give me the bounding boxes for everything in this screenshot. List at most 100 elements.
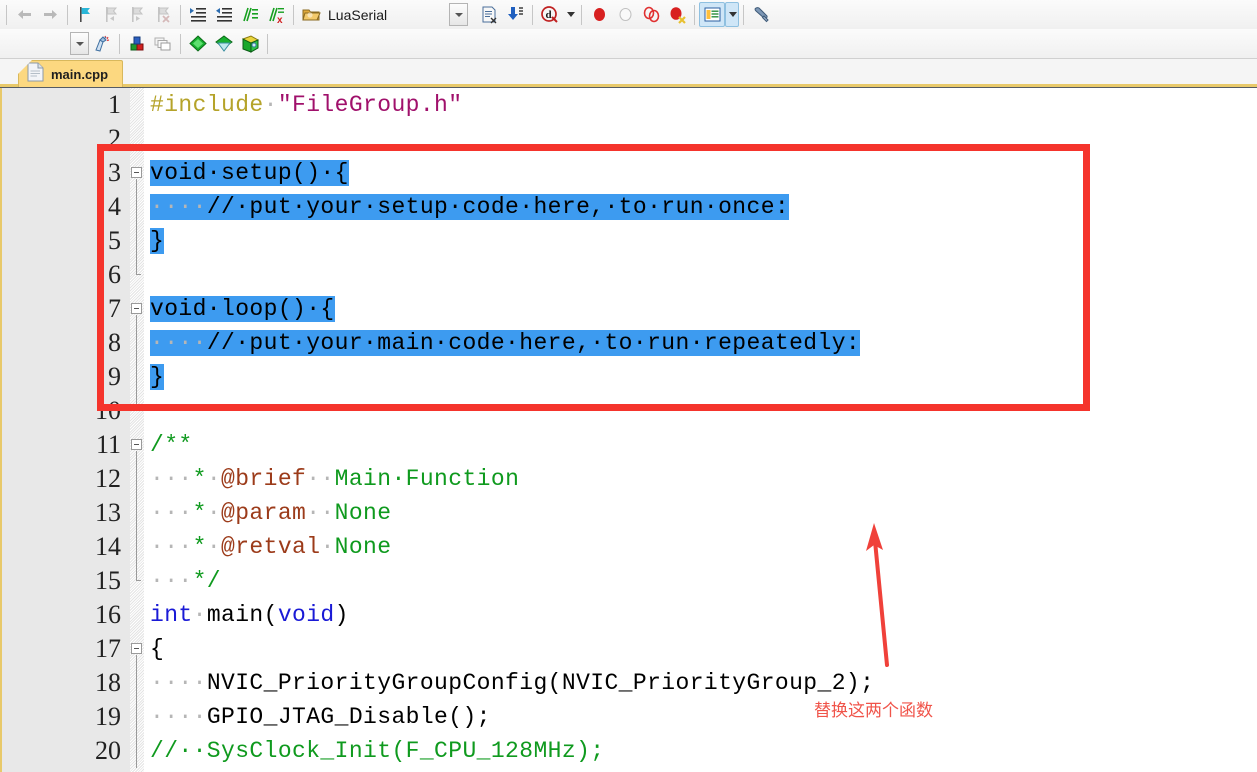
translate-icon[interactable]	[237, 31, 263, 56]
toolbar-separator	[67, 4, 68, 25]
bookmark-next-icon[interactable]	[124, 2, 150, 27]
tab-label: main.cpp	[51, 66, 109, 82]
code-line[interactable]: //··SysClock_Init(F_CPU_128MHz);	[144, 734, 1257, 768]
batch-build-icon[interactable]	[150, 31, 176, 56]
toolbar-primary: x LuaSerial d	[0, 0, 1257, 29]
code-line[interactable]	[144, 122, 1257, 156]
fold-line	[136, 190, 137, 224]
fold-margin[interactable]	[130, 88, 144, 772]
code-editor[interactable]: 1 2 3 4 5 6 7 8 9 10 11 12 13 14 15 16 17 18 19 20 #include…	[0, 88, 1257, 772]
components-icon[interactable]	[124, 31, 150, 56]
code-token: "FileGroup.h"	[277, 92, 463, 118]
build-target-dropdown-icon[interactable]	[70, 32, 89, 55]
code-line[interactable]: ···*·@retval·None	[144, 530, 1257, 564]
line-number-gutter: 1 2 3 4 5 6 7 8 9 10 11 12 13 14 15 16 17 18 19 20	[2, 88, 130, 772]
code-line[interactable]: ····//·put·your·main·code·here,·to·run·r…	[144, 326, 1257, 360]
uncomment-block-icon[interactable]: x	[263, 2, 289, 27]
line-number: 15	[95, 566, 121, 595]
code-line[interactable]	[144, 258, 1257, 292]
nav-forward-icon[interactable]	[37, 2, 63, 27]
nav-back-icon[interactable]	[11, 2, 37, 27]
fold-collapse-icon[interactable]	[131, 643, 142, 654]
fold-line	[136, 530, 137, 564]
fold-line	[136, 564, 141, 581]
code-token: void·setup()·{	[150, 160, 349, 186]
line-number: 1	[108, 90, 121, 119]
code-text-area[interactable]: #include·"FileGroup.h" void·setup()·{···…	[144, 88, 1257, 772]
target-dropdown-icon[interactable]	[449, 3, 469, 26]
tab-main-cpp[interactable]: main.cpp	[18, 60, 124, 87]
debug-start-icon[interactable]: d	[537, 2, 563, 27]
code-line[interactable]: ···*·@brief··Main·Function	[144, 462, 1257, 496]
fold-line	[136, 326, 137, 360]
code-line[interactable]: void·loop()·{	[144, 292, 1257, 326]
configure-icon[interactable]	[748, 2, 774, 27]
breakpoint-icon[interactable]	[586, 2, 612, 27]
bookmark-clear-icon[interactable]	[150, 2, 176, 27]
fold-line	[136, 496, 137, 530]
svg-text:x: x	[277, 15, 283, 24]
fold-collapse-icon[interactable]	[131, 303, 142, 314]
code-token: int	[150, 602, 193, 628]
toolbar-target-label: LuaSerial	[328, 6, 388, 23]
build-icon[interactable]	[211, 31, 237, 56]
fold-line	[136, 700, 137, 734]
code-token: ··	[306, 500, 335, 526]
open-project-icon[interactable]	[298, 2, 324, 27]
line-number: 12	[95, 464, 121, 493]
code-line[interactable]: ···*·@param··None	[144, 496, 1257, 530]
toolbar-separator	[581, 4, 583, 25]
code-token: }	[150, 364, 165, 390]
indent-decrease-icon[interactable]	[211, 2, 237, 27]
comment-block-icon[interactable]	[237, 2, 263, 27]
code-token: {	[150, 636, 165, 662]
code-token: ····	[150, 670, 207, 696]
code-token: ·	[206, 500, 222, 526]
code-line[interactable]: ···*/	[144, 564, 1257, 598]
code-token: main(	[206, 602, 278, 628]
fold-line	[136, 462, 137, 496]
code-token: ·	[206, 534, 222, 560]
code-token: #include	[150, 92, 264, 118]
project-window-caret-icon[interactable]	[725, 2, 740, 27]
indent-increase-icon[interactable]	[185, 2, 211, 27]
code-token: ·	[206, 466, 222, 492]
code-line[interactable]: }	[144, 360, 1257, 394]
breakpoint-disabled-icon[interactable]	[612, 2, 638, 27]
code-line[interactable]: {	[144, 632, 1257, 666]
build-file-icon[interactable]	[476, 2, 502, 27]
breakpoint-toggle-icon[interactable]	[638, 2, 664, 27]
debug-dropdown-caret-icon[interactable]	[563, 2, 577, 27]
code-line[interactable]: }	[144, 224, 1257, 258]
line-number: 14	[95, 532, 121, 561]
code-line[interactable]: #include·"FileGroup.h"	[144, 88, 1257, 122]
rebuild-all-icon[interactable]	[185, 31, 211, 56]
code-token: ·	[192, 602, 207, 628]
editor-body: 1 2 3 4 5 6 7 8 9 10 11 12 13 14 15 16 17 18 19 20 #include…	[2, 88, 1257, 772]
code-token: //·put·your·setup·code·here,·to·run·once…	[206, 194, 790, 220]
code-line[interactable]: /**	[144, 428, 1257, 462]
manage-targets-icon[interactable]	[89, 31, 115, 56]
line-number: 17	[95, 634, 121, 663]
code-line[interactable]: ····GPIO_JTAG_Disable();	[144, 700, 1257, 734]
bookmark-toggle-icon[interactable]	[72, 2, 98, 27]
fold-collapse-icon[interactable]	[131, 167, 142, 178]
fold-collapse-icon[interactable]	[131, 439, 142, 450]
code-line[interactable]: void·setup()·{	[144, 156, 1257, 190]
code-token: ···	[150, 500, 193, 526]
toolbar-separator	[293, 4, 294, 25]
code-line[interactable]: int·main(void)	[144, 598, 1257, 632]
line-number: 4	[108, 192, 121, 221]
code-token: *	[192, 466, 207, 492]
line-number: 7	[108, 294, 121, 323]
code-line[interactable]: ····NVIC_PriorityGroupConfig(NVIC_Priori…	[144, 666, 1257, 700]
code-line[interactable]: ····//·put·your·setup·code·here,·to·run·…	[144, 190, 1257, 224]
file-icon	[27, 62, 44, 87]
code-token: ·	[320, 534, 335, 560]
bookmark-prev-icon[interactable]	[98, 2, 124, 27]
breakpoint-clear-icon[interactable]	[664, 2, 690, 27]
code-token: *	[192, 534, 207, 560]
download-icon[interactable]	[502, 2, 528, 27]
code-line[interactable]	[144, 394, 1257, 428]
project-window-icon[interactable]	[699, 2, 726, 27]
